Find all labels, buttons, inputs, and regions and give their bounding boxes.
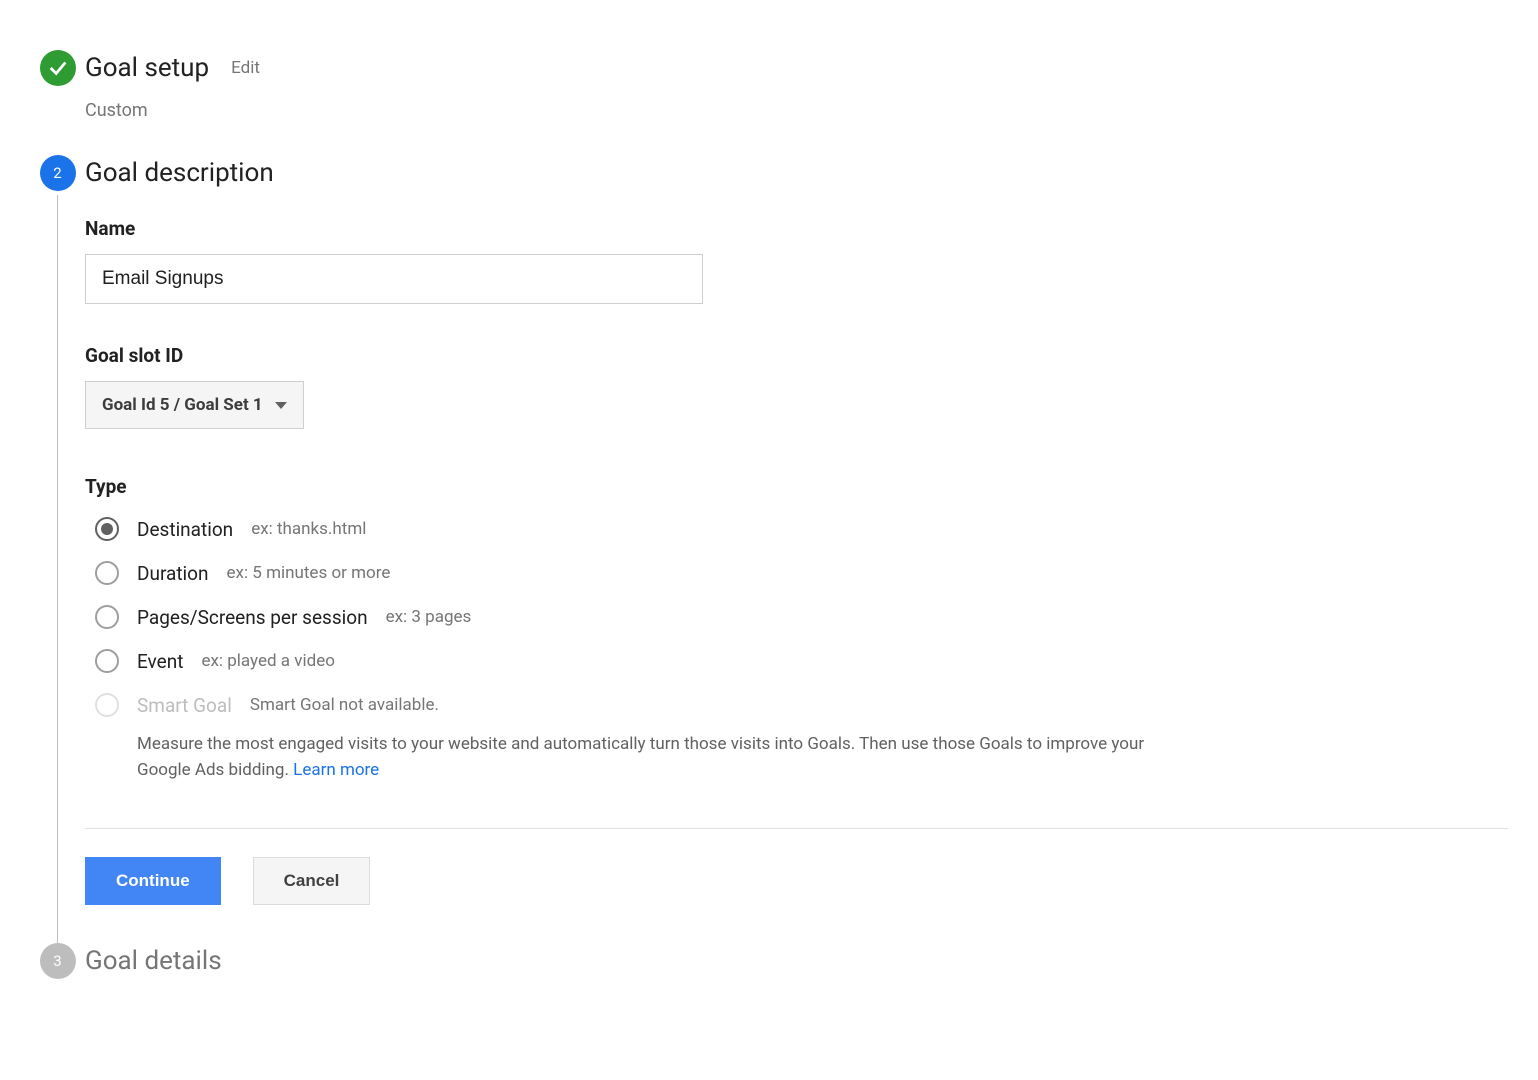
step2-number: 2 xyxy=(53,164,61,182)
radio-icon xyxy=(95,693,119,717)
radio-icon[interactable] xyxy=(95,605,119,629)
goal-name-input[interactable] xyxy=(85,254,703,304)
radio-icon[interactable] xyxy=(95,517,119,541)
step-connector xyxy=(57,195,58,943)
type-option-smart-goal: Smart Goal Smart Goal not available. xyxy=(95,688,1508,722)
type-hint: ex: 5 minutes or more xyxy=(227,563,391,583)
step-complete-icon xyxy=(40,50,76,86)
chevron-down-icon xyxy=(275,402,287,409)
type-option-destination[interactable]: Destination ex: thanks.html xyxy=(95,512,1508,546)
radio-icon[interactable] xyxy=(95,649,119,673)
type-hint: ex: played a video xyxy=(201,651,334,671)
goal-slot-selected: Goal Id 5 / Goal Set 1 xyxy=(102,395,263,415)
type-label-text: Smart Goal xyxy=(137,694,232,717)
name-label: Name xyxy=(85,217,1508,240)
type-label-text: Destination xyxy=(137,518,233,541)
type-label-text: Pages/Screens per session xyxy=(137,606,368,629)
type-hint: Smart Goal not available. xyxy=(250,695,439,715)
step-goal-description: 2 Goal description Name Goal slot ID Goa… xyxy=(30,155,1508,943)
divider xyxy=(85,828,1508,829)
step2-title: Goal description xyxy=(85,158,274,188)
type-option-duration[interactable]: Duration ex: 5 minutes or more xyxy=(95,556,1508,590)
radio-icon[interactable] xyxy=(95,561,119,585)
continue-button[interactable]: Continue xyxy=(85,857,221,905)
step-goal-setup: Goal setup Edit Custom xyxy=(30,50,1508,155)
edit-link[interactable]: Edit xyxy=(231,58,260,78)
step-pending-badge: 3 xyxy=(40,943,76,979)
type-label-text: Duration xyxy=(137,562,209,585)
step3-title: Goal details xyxy=(85,946,222,976)
smart-goal-description: Measure the most engaged visits to your … xyxy=(137,732,1157,783)
type-label-text: Event xyxy=(137,650,183,673)
type-option-pages[interactable]: Pages/Screens per session ex: 3 pages xyxy=(95,600,1508,634)
cancel-button[interactable]: Cancel xyxy=(253,857,371,905)
slot-label: Goal slot ID xyxy=(85,344,1508,367)
type-option-event[interactable]: Event ex: played a video xyxy=(95,644,1508,678)
step1-subtitle: Custom xyxy=(85,100,1508,121)
check-icon xyxy=(47,57,69,79)
type-label: Type xyxy=(85,475,1508,498)
step-active-badge: 2 xyxy=(40,155,76,191)
step1-title: Goal setup xyxy=(85,53,209,83)
type-hint: ex: thanks.html xyxy=(251,519,366,539)
learn-more-link[interactable]: Learn more xyxy=(293,760,379,780)
goal-slot-select[interactable]: Goal Id 5 / Goal Set 1 xyxy=(85,381,304,429)
type-hint: ex: 3 pages xyxy=(386,607,472,627)
step-goal-details: 3 Goal details xyxy=(30,943,1508,989)
step3-number: 3 xyxy=(53,952,61,970)
